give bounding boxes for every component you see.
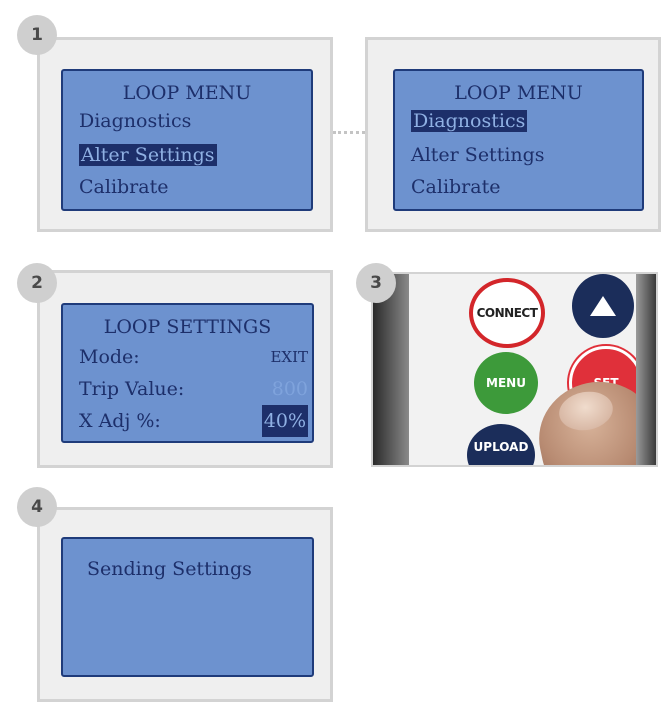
up-arrow-icon [590,296,616,316]
menu-item-diagnostics-selected[interactable]: Diagnostics [411,110,528,132]
upload-button[interactable]: UPLOAD [467,424,535,465]
lcd-sending-settings: Sending Settings [61,537,314,677]
lcd-loop-menu-diagnostics: LOOP MENU Diagnostics Alter Settings Cal… [393,69,644,211]
menu-item-diagnostics[interactable]: Diagnostics [79,105,191,137]
lcd-title: LOOP SETTINGS [103,316,272,338]
setting-label-trip-value: Trip Value: [79,378,185,400]
menu-button[interactable]: MENU [474,352,538,414]
menu-item-calibrate[interactable]: Calibrate [411,171,500,203]
step-connector-dots [333,131,365,134]
lcd-loop-settings: LOOP SETTINGS Mode: EXIT Trip Value: 800… [61,303,314,443]
step-1-panel-right: LOOP MENU Diagnostics Alter Settings Cal… [365,37,661,232]
setting-value-mode[interactable]: EXIT [270,341,308,373]
menu-item-alter-settings[interactable]: Alter Settings [411,139,545,171]
connect-button[interactable]: CONNECT [469,278,545,348]
menu-item-calibrate[interactable]: Calibrate [79,171,168,203]
setting-label-mode: Mode: [79,346,140,368]
setting-value-trip-value[interactable]: 800 [272,373,308,405]
menu-item-alter-settings-selected[interactable]: Alter Settings [79,144,217,166]
step-2-panel: LOOP SETTINGS Mode: EXIT Trip Value: 800… [37,270,333,468]
keypad-photo: CONNECT MENU SET UPLOAD [371,272,658,467]
step-4-panel: Sending Settings [37,507,333,702]
setting-value-x-adj-selected[interactable]: 40% [261,405,308,437]
step-badge-4: 4 [17,487,57,527]
lcd-loop-menu-alter-settings: LOOP MENU Diagnostics Alter Settings Cal… [61,69,313,211]
up-button[interactable] [572,274,634,338]
step-badge-1: 1 [17,15,57,55]
step-badge-3: 3 [356,263,396,303]
step-1-panel-left: LOOP MENU Diagnostics Alter Settings Cal… [37,37,333,232]
setting-label-x-adj: X Adj %: [79,410,161,432]
step-badge-2: 2 [17,263,57,303]
status-message: Sending Settings [87,558,252,580]
